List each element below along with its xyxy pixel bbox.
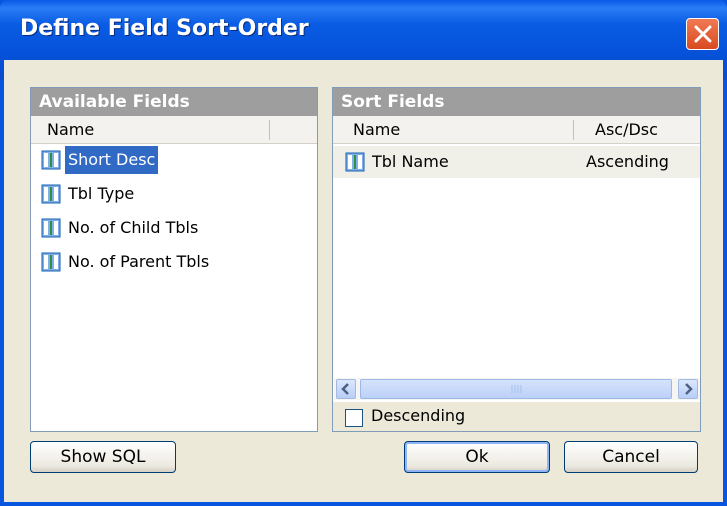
close-button[interactable] (686, 18, 719, 50)
sort-fields-list: Tbl Name Ascending (333, 145, 700, 377)
sort-column-header[interactable]: Name Asc/Dsc (333, 116, 700, 144)
list-item-label: No. of Child Tbls (68, 218, 199, 237)
grip-icon (511, 385, 522, 393)
field-icon (41, 150, 61, 170)
list-item-label: Short Desc (65, 146, 159, 174)
field-icon (41, 184, 61, 204)
list-item-short-desc[interactable]: Short Desc (41, 146, 281, 174)
available-fields-list: Short Desc Tbl Type No. of Child Tbls No… (31, 145, 317, 431)
available-fields-header: Available Fields (31, 88, 317, 116)
field-icon (41, 252, 61, 272)
available-column-header[interactable]: Name (31, 116, 317, 144)
descending-label[interactable]: Descending (371, 406, 465, 425)
sort-fields-panel: Sort Fields Name Asc/Dsc Tbl Name Ascend… (332, 87, 701, 432)
show-sql-button[interactable]: Show SQL (30, 441, 176, 473)
sort-row-name: Tbl Name (372, 152, 449, 171)
column-separator[interactable] (573, 120, 574, 140)
list-item-parent-tbls[interactable]: No. of Parent Tbls (41, 248, 281, 276)
list-item-child-tbls[interactable]: No. of Child Tbls (41, 214, 281, 242)
chevron-right-icon (685, 383, 693, 395)
scroll-right-button[interactable] (678, 379, 698, 399)
sort-fields-header: Sort Fields (333, 88, 700, 116)
cancel-button[interactable]: Cancel (564, 441, 698, 473)
close-icon (694, 25, 712, 43)
horizontal-scrollbar[interactable] (334, 378, 700, 400)
sort-row-order: Ascending (586, 152, 669, 171)
table-row[interactable]: Tbl Name Ascending (333, 146, 700, 178)
scroll-left-button[interactable] (336, 379, 356, 399)
field-icon (345, 152, 365, 172)
chevron-left-icon (341, 383, 349, 395)
ok-button[interactable]: Ok (404, 441, 550, 473)
field-icon (41, 218, 61, 238)
window-title: Define Field Sort-Order (20, 16, 309, 41)
list-item-label: No. of Parent Tbls (68, 252, 210, 271)
sort-name-column-label[interactable]: Name (353, 116, 400, 144)
scrollbar-thumb[interactable] (360, 379, 672, 399)
descending-checkbox-row[interactable]: Descending (333, 402, 700, 431)
sort-order-column-label[interactable]: Asc/Dsc (595, 116, 658, 144)
descending-checkbox[interactable] (345, 409, 363, 427)
available-fields-panel: Available Fields Name Short Desc Tbl Typ… (30, 87, 318, 432)
list-item-tbl-type[interactable]: Tbl Type (41, 180, 281, 208)
dialog-window: Define Field Sort-Order Available Fields… (0, 0, 727, 506)
dialog-client-area: Available Fields Name Short Desc Tbl Typ… (4, 60, 723, 502)
column-separator[interactable] (269, 120, 270, 140)
list-item-label: Tbl Type (68, 184, 135, 203)
sort-row-name-cell: Tbl Name (345, 148, 575, 176)
available-name-column-label: Name (47, 120, 95, 139)
